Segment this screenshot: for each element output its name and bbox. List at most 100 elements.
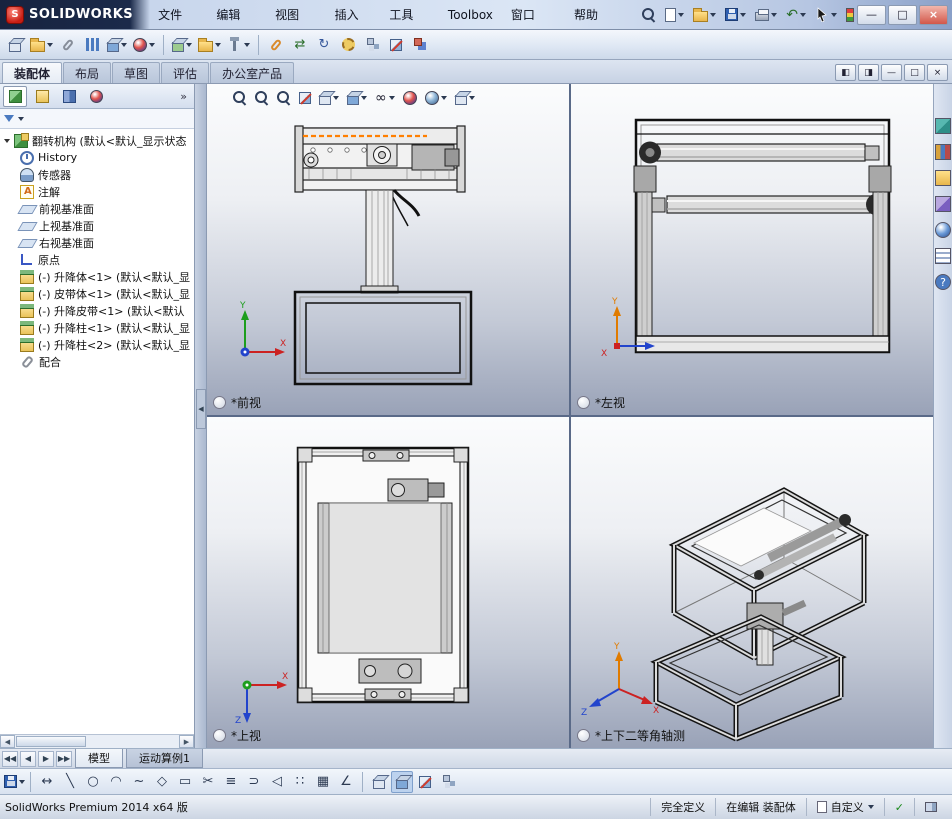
apply-scene-button[interactable] (423, 90, 449, 106)
search-button[interactable] (639, 3, 659, 27)
tab-display-manager[interactable] (84, 86, 108, 107)
tab-assembly[interactable]: 装配体 (2, 62, 63, 83)
view-settings-button[interactable] (4, 32, 26, 58)
tab-model[interactable]: 模型 (75, 749, 123, 768)
menu-view[interactable]: 视图(V) (266, 0, 325, 52)
menu-insert[interactable]: 插入(I) (326, 0, 381, 52)
move-component-button[interactable] (289, 32, 311, 58)
view-settings-button[interactable] (453, 90, 477, 106)
tree-horizontal-scrollbar[interactable]: ◀ ▶ (0, 734, 194, 748)
open-document-button[interactable] (690, 3, 719, 27)
tree-item-mates[interactable]: 配合 (0, 353, 194, 370)
tab-scroll-last-button[interactable]: ▶▶ (56, 750, 72, 767)
rotate-component-button[interactable] (313, 32, 335, 58)
tab-scroll-left-button[interactable]: ◀ (20, 750, 36, 767)
menu-edit[interactable]: 编辑(E) (207, 0, 266, 52)
evaluate-button[interactable] (81, 32, 103, 58)
scrollbar-track[interactable] (15, 735, 179, 748)
angle-snap-button[interactable] (335, 771, 357, 793)
tree-item-assembly-root[interactable]: 翻转机构 (默认<默认_显示状态 (0, 132, 194, 149)
manager-overflow-chevron[interactable]: » (180, 90, 191, 103)
status-check-button[interactable]: ✓ (883, 798, 914, 816)
circle-tool-button[interactable] (82, 771, 104, 793)
linear-pattern-button[interactable] (289, 771, 311, 793)
polygon-tool-button[interactable] (151, 771, 173, 793)
menu-help[interactable]: 帮助(H) (565, 0, 625, 52)
viewport-front[interactable]: Y X ∞ *前视 (207, 84, 569, 415)
print-button[interactable] (752, 3, 780, 27)
offset-entities-button[interactable] (243, 771, 265, 793)
tab-property-manager[interactable] (30, 86, 54, 107)
exploded-view-button[interactable] (361, 32, 383, 58)
rebuild-button[interactable] (843, 3, 857, 27)
viewport-isometric[interactable]: Y X Z *上下二等角轴测 (571, 417, 933, 748)
close-button[interactable]: × (919, 4, 948, 25)
expander-icon[interactable] (4, 138, 10, 143)
convert-entities-button[interactable] (220, 771, 242, 793)
tab-scroll-first-button[interactable]: ◀◀ (2, 750, 18, 767)
attachment-button[interactable] (57, 32, 79, 58)
save-button[interactable] (722, 3, 749, 27)
tree-item-component-1[interactable]: (-) 升降体<1> (默认<默认_显 (0, 268, 194, 285)
split-right-button[interactable]: ◨ (858, 64, 879, 81)
status-pane-toggle[interactable] (914, 798, 947, 816)
view-palette-icon[interactable] (935, 196, 951, 212)
solidworks-forum-icon[interactable] (935, 274, 951, 290)
appearances-button[interactable] (131, 32, 157, 58)
insert-component-button[interactable] (170, 32, 194, 58)
scroll-left-button[interactable]: ◀ (0, 735, 15, 748)
mirror-entities-button[interactable] (266, 771, 288, 793)
tab-layout[interactable]: 布局 (63, 62, 112, 83)
tree-item-annotations[interactable]: 注解 (0, 183, 194, 200)
new-folder-button[interactable] (196, 32, 223, 58)
trim-entities-button[interactable] (197, 771, 219, 793)
wireframe-view-button[interactable] (368, 771, 390, 793)
tree-item-origin[interactable]: 原点 (0, 251, 194, 268)
section-view-button[interactable] (297, 91, 313, 105)
arc-tool-button[interactable] (105, 771, 127, 793)
tree-filter-row[interactable] (0, 109, 194, 129)
previous-view-button[interactable] (275, 90, 293, 106)
scroll-right-button[interactable]: ▶ (179, 735, 194, 748)
tree-item-component-3[interactable]: (-) 升降皮带<1> (默认<默认 (0, 302, 194, 319)
rectangle-tool-button[interactable] (174, 771, 196, 793)
viewport-left[interactable]: Y X *左视 (571, 84, 933, 415)
section-view-button[interactable] (414, 771, 436, 793)
panel-collapse-arrow[interactable]: ◀ (196, 389, 206, 429)
doc-restore-button[interactable]: □ (904, 64, 925, 81)
minimize-button[interactable]: — (857, 4, 886, 25)
menu-file[interactable]: 文件(F) (149, 0, 207, 52)
tree-item-front-plane[interactable]: 前视基准面 (0, 200, 194, 217)
open-document-button[interactable] (28, 32, 55, 58)
menu-toolbox[interactable]: Toolbox (439, 0, 502, 30)
line-tool-button[interactable] (59, 771, 81, 793)
split-left-button[interactable]: ◧ (835, 64, 856, 81)
view-orientation-button[interactable] (317, 90, 341, 106)
tree-item-component-5[interactable]: (-) 升降柱<2> (默认<默认_显 (0, 336, 194, 353)
status-custom[interactable]: 自定义 (805, 798, 884, 816)
tab-configuration-manager[interactable] (57, 86, 81, 107)
section-button[interactable] (385, 32, 407, 58)
new-document-button[interactable] (662, 3, 687, 27)
spline-tool-button[interactable] (128, 771, 150, 793)
grid-snap-button[interactable] (312, 771, 334, 793)
mate-button[interactable] (265, 32, 287, 58)
shaded-view-button[interactable] (391, 770, 413, 793)
zoom-fit-button[interactable] (231, 90, 249, 106)
menu-window[interactable]: 窗口(W) (502, 0, 565, 52)
tree-item-component-2[interactable]: (-) 皮带体<1> (默认<默认_显 (0, 285, 194, 302)
doc-close-button[interactable]: × (927, 64, 948, 81)
save-button[interactable] (3, 771, 25, 793)
select-button[interactable] (812, 3, 840, 27)
tab-scroll-right-button[interactable]: ▶ (38, 750, 54, 767)
appearances-scenes-icon[interactable] (935, 222, 951, 238)
file-explorer-icon[interactable] (935, 170, 951, 186)
tab-evaluate[interactable]: 评估 (161, 62, 210, 83)
tree-item-top-plane[interactable]: 上视基准面 (0, 217, 194, 234)
display-style-button[interactable] (345, 90, 369, 106)
tree-item-history[interactable]: History (0, 149, 194, 166)
viewport-top[interactable]: X Z *上视 (207, 417, 569, 748)
tree-item-right-plane[interactable]: 右视基准面 (0, 234, 194, 251)
edit-appearance-button[interactable] (401, 90, 419, 106)
tab-feature-manager[interactable] (3, 85, 27, 107)
